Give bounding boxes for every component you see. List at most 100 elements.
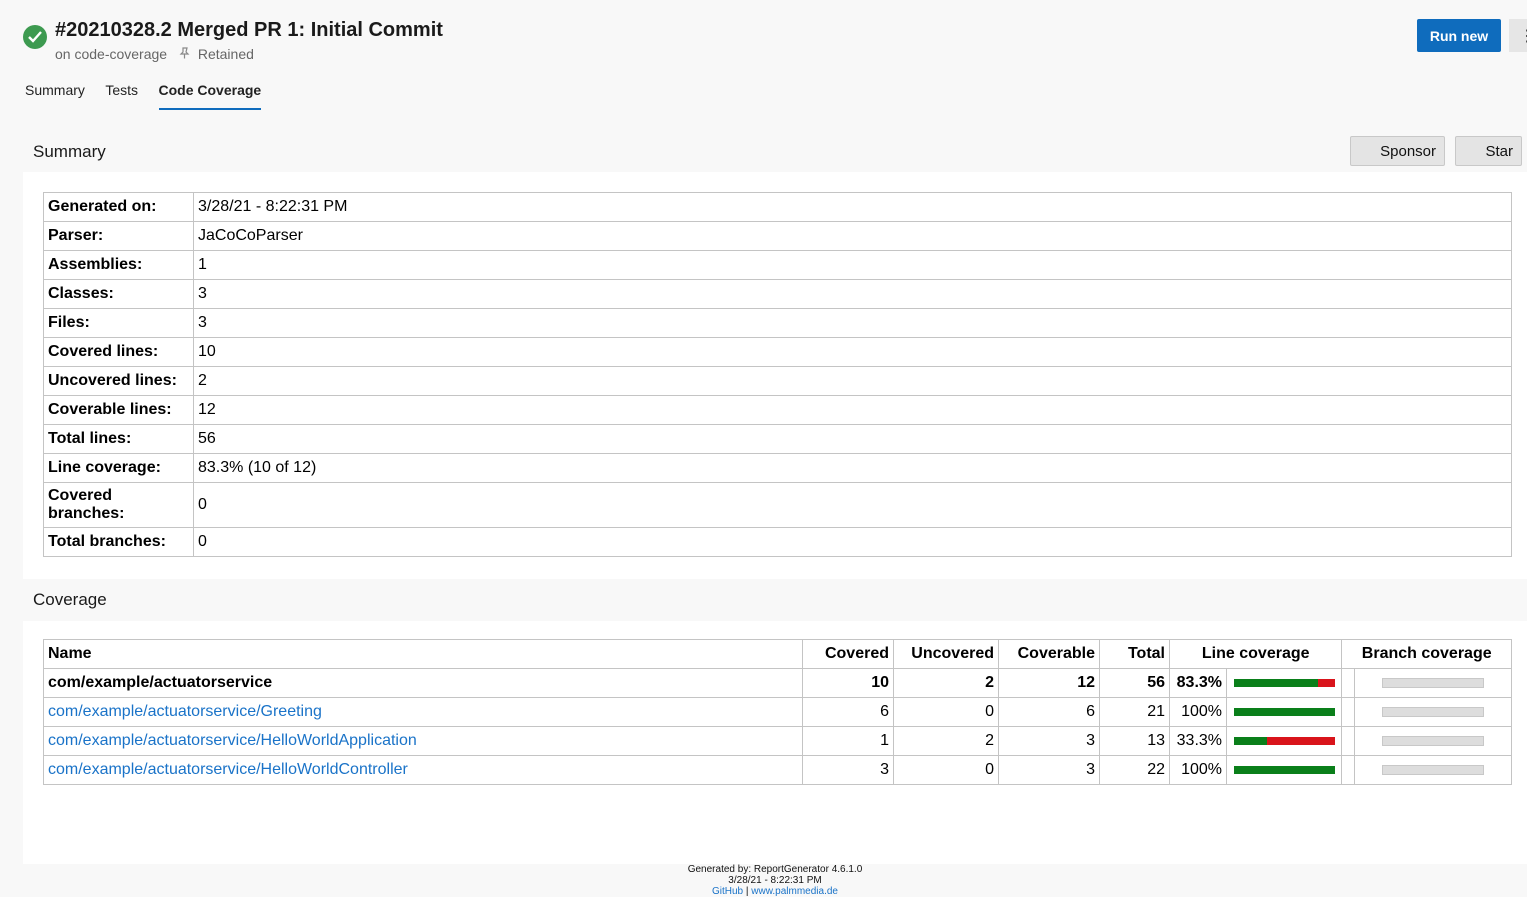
sponsor-button[interactable]: Sponsor	[1350, 136, 1445, 166]
coverage-pct-cell: 83.3%	[1168, 668, 1228, 698]
line-coverage-bar	[1233, 766, 1335, 774]
summary-section-title: Summary	[33, 142, 106, 161]
col-total[interactable]: Total	[1099, 639, 1170, 669]
coverage-total-cell: 21	[1099, 697, 1170, 727]
summary-label: Line coverage:	[43, 453, 194, 483]
class-link[interactable]: com/example/actuatorservice/HelloWorldCo…	[48, 761, 408, 778]
run-subtitle: on code-coverage Retained	[55, 46, 254, 62]
coverage-pct-cell: 100%	[1168, 755, 1228, 785]
summary-row: Generated on: 3/28/21 - 8:22:31 PM	[43, 192, 1512, 222]
branch-coverage-pct-cell	[1341, 726, 1356, 756]
coverage-coverable-cell: 3	[998, 755, 1100, 785]
footer-separator: |	[745, 886, 749, 897]
summary-label: Generated on:	[43, 192, 194, 222]
col-line-coverage[interactable]: Line coverage	[1168, 639, 1343, 669]
summary-label: Assemblies:	[43, 250, 194, 280]
coverage-total-cell: 13	[1099, 726, 1170, 756]
summary-value: JaCoCoParser	[193, 221, 1512, 251]
coverage-panel: Name Covered Uncovered Coverable Total L…	[23, 621, 1527, 897]
coverage-name-cell[interactable]: com/example/actuatorservice/HelloWorldAp…	[43, 726, 803, 756]
branch-coverage-pct-cell	[1341, 755, 1356, 785]
branch-coverage-pct-cell	[1341, 668, 1356, 698]
line-coverage-bar	[1233, 737, 1335, 745]
summary-row: Files: 3	[43, 308, 1512, 338]
covered-bar-segment	[1233, 766, 1335, 774]
summary-row: Uncovered lines: 2	[43, 366, 1512, 396]
tab-code-coverage[interactable]: Code Coverage	[158, 82, 262, 110]
line-coverage-bar-cell	[1226, 755, 1343, 785]
coverage-total-cell: 56	[1099, 668, 1170, 698]
col-coverable[interactable]: Coverable	[998, 639, 1100, 669]
coverage-covered-cell: 3	[802, 755, 894, 785]
summary-panel: Generated on: 3/28/21 - 8:22:31 PM Parser:…	[23, 172, 1527, 579]
summary-label: Covered branches:	[43, 482, 194, 528]
branch-label[interactable]: on code-coverage	[55, 46, 167, 62]
uncovered-bar-segment	[1267, 737, 1335, 745]
summary-row: Total branches: 0	[43, 527, 1512, 557]
col-branch-coverage[interactable]: Branch coverage	[1341, 639, 1512, 669]
uncovered-bar-segment	[1317, 679, 1335, 687]
col-uncovered[interactable]: Uncovered	[893, 639, 999, 669]
coverage-row: com/example/actuatorservice/Greeting 6 0 6 2…	[43, 697, 1512, 727]
report-footer: Generated by: ReportGenerator 4.6.1.0 3/…	[23, 864, 1527, 897]
summary-value: 10	[193, 337, 1512, 367]
coverage-uncovered-cell: 0	[893, 755, 999, 785]
line-coverage-bar	[1233, 708, 1335, 716]
branch-coverage-bar	[1382, 707, 1485, 717]
coverage-pct-cell: 33.3%	[1168, 726, 1228, 756]
coverage-pct-cell: 100%	[1168, 697, 1228, 727]
summary-value: 56	[193, 424, 1512, 454]
summary-label: Total lines:	[43, 424, 194, 454]
summary-label: Covered lines:	[43, 337, 194, 367]
coverage-covered-cell: 6	[802, 697, 894, 727]
coverage-name-cell: com/example/actuatorservice	[43, 668, 803, 698]
branch-coverage-bar-cell	[1354, 697, 1512, 727]
tab-summary[interactable]: Summary	[25, 82, 85, 108]
summary-label: Coverable lines:	[43, 395, 194, 425]
coverage-uncovered-cell: 0	[893, 697, 999, 727]
coverage-coverable-cell: 3	[998, 726, 1100, 756]
star-button[interactable]: Star	[1455, 136, 1522, 166]
more-actions-icon[interactable]: ⋮	[1509, 19, 1527, 52]
summary-table: Generated on: 3/28/21 - 8:22:31 PM Parser:…	[43, 192, 1512, 557]
tab-bar: Summary Tests Code Coverage	[25, 82, 277, 116]
coverage-coverable-cell: 12	[998, 668, 1100, 698]
class-link[interactable]: com/example/actuatorservice/Greeting	[48, 703, 322, 720]
generated-date-text: 3/28/21 - 8:22:31 PM	[728, 875, 822, 886]
branch-coverage-bar	[1382, 736, 1485, 746]
summary-label: Total branches:	[43, 527, 194, 557]
class-link[interactable]: com/example/actuatorservice/HelloWorldAp…	[48, 732, 417, 749]
col-covered[interactable]: Covered	[802, 639, 894, 669]
palmmedia-link[interactable]: www.palmmedia.de	[751, 886, 838, 897]
line-coverage-bar	[1233, 679, 1335, 687]
summary-row: Parser: JaCoCoParser	[43, 221, 1512, 251]
summary-value: 83.3% (10 of 12)	[193, 453, 1512, 483]
summary-row: Total lines: 56	[43, 424, 1512, 454]
summary-value: 2	[193, 366, 1512, 396]
pipeline-header: #20210328.2 Merged PR 1: Initial Commit …	[0, 0, 1527, 130]
summary-label: Uncovered lines:	[43, 366, 194, 396]
coverage-name-cell[interactable]: com/example/actuatorservice/HelloWorldCo…	[43, 755, 803, 785]
branch-coverage-bar	[1382, 765, 1485, 775]
branch-coverage-bar-cell	[1354, 755, 1512, 785]
coverage-name-cell[interactable]: com/example/actuatorservice/Greeting	[43, 697, 803, 727]
tab-tests[interactable]: Tests	[105, 82, 138, 108]
coverage-total-cell: 22	[1099, 755, 1170, 785]
summary-row: Classes: 3	[43, 279, 1512, 309]
github-link[interactable]: GitHub	[712, 886, 743, 897]
covered-bar-segment	[1233, 708, 1335, 716]
branch-coverage-bar	[1382, 678, 1485, 688]
coverage-section-title: Coverage	[33, 590, 107, 609]
branch-coverage-pct-cell	[1341, 697, 1356, 727]
col-name[interactable]: Name	[43, 639, 803, 669]
coverage-row: com/example/actuatorservice/HelloWorldCo…	[43, 755, 1512, 785]
coverage-coverable-cell: 6	[998, 697, 1100, 727]
success-check-icon	[23, 25, 47, 49]
generated-by-text: Generated by: ReportGenerator 4.6.1.0	[687, 864, 863, 875]
summary-value: 0	[193, 527, 1512, 557]
run-title: #20210328.2 Merged PR 1: Initial Commit	[55, 19, 443, 41]
summary-label: Classes:	[43, 279, 194, 309]
line-coverage-bar-cell	[1226, 726, 1343, 756]
run-new-button[interactable]: Run new	[1417, 19, 1501, 52]
coverage-row: com/example/actuatorservice 10 2 12 56 83.3%	[43, 668, 1512, 698]
